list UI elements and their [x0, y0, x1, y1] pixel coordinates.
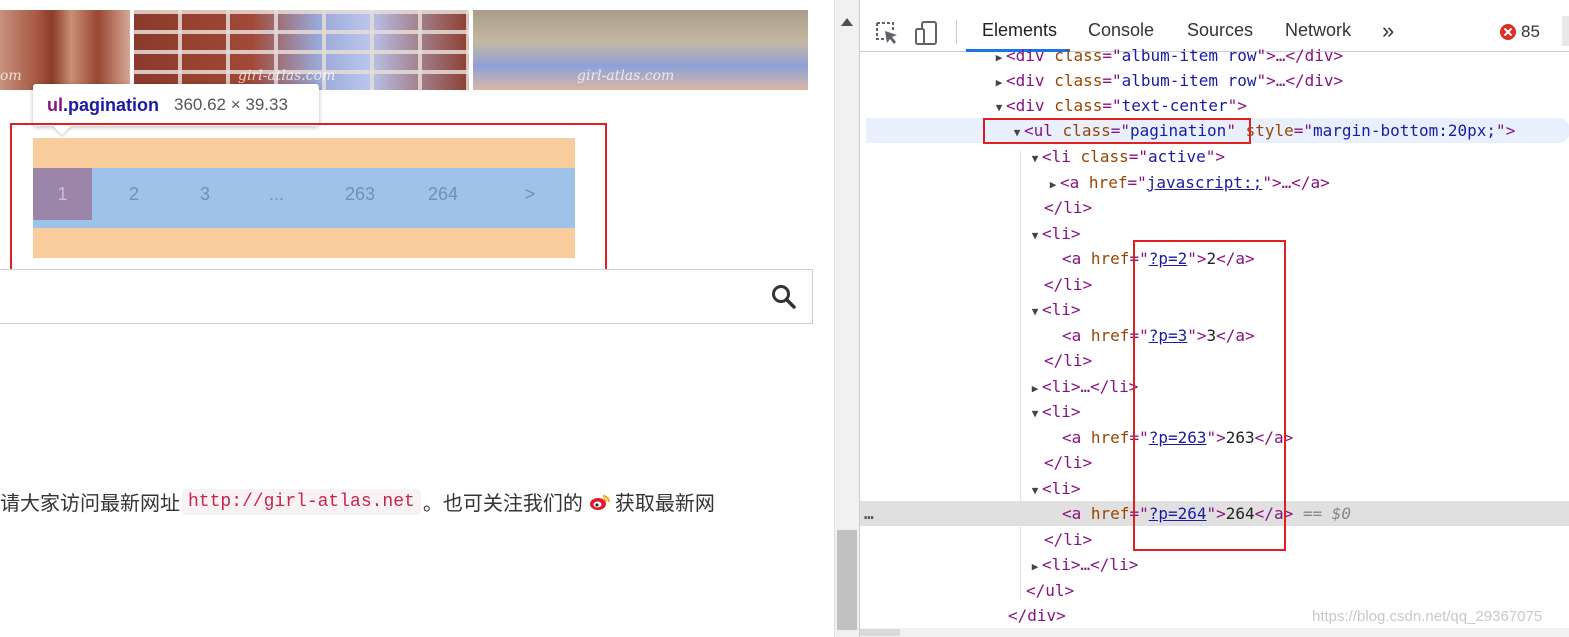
error-icon — [1500, 24, 1516, 40]
tooltip-dimensions: 360.62 × 39.33 — [174, 95, 288, 114]
dom-node-text-center[interactable]: ▼ <div class="text-center"> — [860, 93, 1569, 118]
tooltip-selector: ul.pagination — [47, 95, 159, 116]
expand-triangle-icon[interactable]: ▶ — [992, 45, 1006, 70]
annotation-box-ul — [983, 118, 1251, 144]
tab-elements[interactable]: Elements — [982, 20, 1057, 41]
toolbar-overflow-edge — [1562, 16, 1569, 46]
notice-middle: 。也可关注我们的 — [422, 491, 583, 515]
thumbnail-watermark: om — [0, 68, 22, 84]
tab-sources[interactable]: Sources — [1187, 20, 1253, 41]
expand-triangle-icon[interactable]: ▶ — [1046, 172, 1060, 197]
album-thumbnail[interactable]: girl-atlas.com — [473, 10, 808, 90]
tooltip-tag: ul — [47, 94, 63, 115]
web-page: om girl-atlas.com girl-atlas.com 1 2 3... 2… — [0, 0, 834, 637]
annotation-box-hrefs — [1133, 240, 1286, 551]
toolbar-divider — [956, 20, 957, 44]
scroll-up-arrow-icon[interactable] — [841, 18, 853, 26]
album-thumbnail[interactable]: om — [0, 10, 130, 90]
album-thumbnail[interactable]: girl-atlas.com — [134, 10, 469, 90]
page-top-strip — [0, 0, 834, 10]
dom-node-a[interactable]: ▶ <a href="javascript:;">…</a> — [860, 170, 1569, 195]
dom-node-album-item[interactable]: ▶ <div class="album-item row">…</div> — [860, 43, 1569, 68]
screenshot-root: om girl-atlas.com girl-atlas.com 1 2 3... 2… — [0, 0, 1569, 637]
inspector-tooltip: ul.pagination 360.62 × 39.33 — [33, 84, 319, 126]
tooltip-class: .pagination — [63, 94, 159, 115]
error-count: 85 — [1521, 22, 1540, 41]
expand-triangle-icon[interactable]: ▶ — [992, 70, 1006, 95]
expand-triangle-icon[interactable]: ▶ — [1028, 554, 1042, 579]
collapse-triangle-icon[interactable]: ▼ — [1028, 299, 1042, 324]
search-icon[interactable] — [770, 283, 798, 311]
scrollbar-thumb[interactable] — [837, 530, 857, 630]
notice-suffix: 获取最新网 — [614, 491, 715, 515]
dom-node-li-active[interactable]: ▼ <li class="active"> — [860, 144, 1569, 169]
expand-triangle-icon[interactable]: ▶ — [1028, 376, 1042, 401]
collapse-triangle-icon[interactable]: ▼ — [1028, 401, 1042, 426]
href-link[interactable]: javascript:; — [1147, 173, 1263, 192]
dom-node-li-collapsed[interactable]: ▶ <li>…</li> — [860, 552, 1569, 577]
node-actions-ellipsis[interactable]: … — [864, 501, 874, 526]
notice-url: http://girl-atlas.net — [182, 488, 421, 515]
horizontal-scrollbar[interactable] — [860, 628, 1569, 637]
thumbnail-watermark: girl-atlas.com — [238, 68, 336, 84]
collapse-triangle-icon[interactable]: ▼ — [1028, 146, 1042, 171]
collapse-triangle-icon[interactable]: ▼ — [1028, 478, 1042, 503]
weibo-icon[interactable] — [589, 493, 611, 511]
devtools-panel: Elements Console Sources Network » 85 ▶ <… — [859, 0, 1569, 637]
annotation-box-pagination — [10, 123, 607, 271]
tab-console[interactable]: Console — [1088, 20, 1154, 41]
error-counter[interactable]: 85 — [1500, 22, 1540, 42]
collapse-triangle-icon[interactable]: ▼ — [1028, 223, 1042, 248]
notice-prefix: 请大家访问最新网址 — [0, 491, 180, 515]
csdn-watermark: https://blog.csdn.net/qq_29367075 — [1312, 608, 1543, 625]
dom-node-album-item[interactable]: ▶ <div class="album-item row">…</div> — [860, 68, 1569, 93]
more-tabs-button[interactable]: » — [1382, 18, 1394, 44]
thumbnail-watermark: girl-atlas.com — [577, 68, 675, 84]
horizontal-scrollbar-thumb[interactable] — [860, 629, 900, 636]
collapse-triangle-icon[interactable]: ▼ — [992, 95, 1006, 120]
page-scrollbar[interactable] — [834, 0, 859, 637]
notice-text: 请大家访问最新网址 http://girl-atlas.net 。也可关注我们的… — [0, 487, 834, 516]
dom-node-close-li[interactable]: </li> — [860, 195, 1569, 220]
search-input[interactable] — [0, 269, 813, 324]
dom-node-close-ul[interactable]: </ul> — [860, 578, 1569, 603]
tab-network[interactable]: Network — [1285, 20, 1351, 41]
